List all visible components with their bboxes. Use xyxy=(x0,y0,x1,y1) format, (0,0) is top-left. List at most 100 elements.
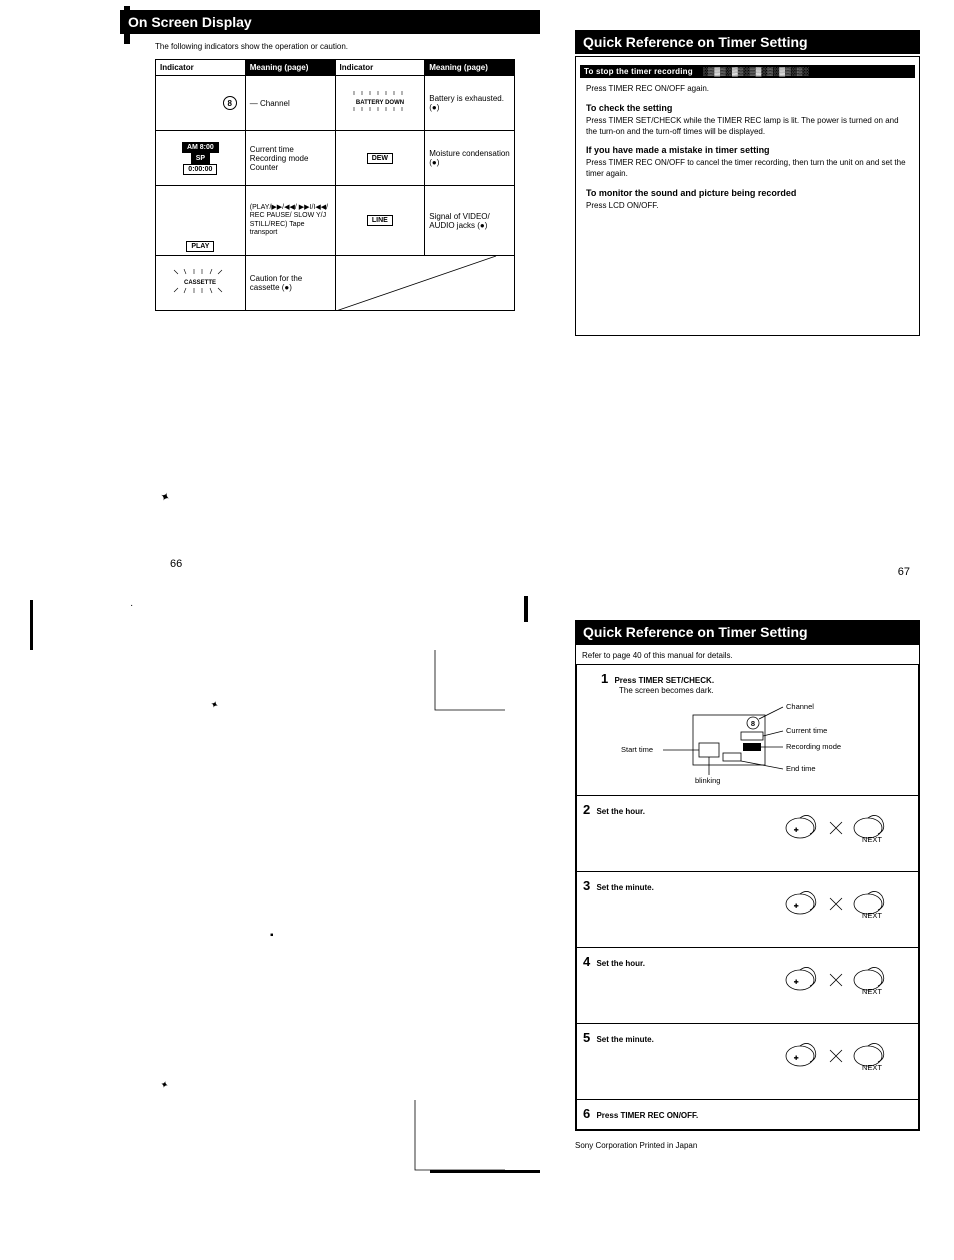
press-next-diagram: + NEXT xyxy=(782,808,892,844)
hand-press-icon: + NEXT xyxy=(782,1036,892,1072)
section-title: Quick Reference on Timer Setting xyxy=(575,620,920,644)
battery-down-icon: BATTERY DOWN xyxy=(350,91,410,113)
svg-text:NEXT: NEXT xyxy=(862,835,882,844)
step-title: Press TIMER SET/CHECK. xyxy=(614,676,714,685)
col-header: Indicator xyxy=(156,60,246,76)
blank-page-scan: · ✦ ▪ ✦ xyxy=(120,590,540,1150)
step-number: 5 xyxy=(583,1030,590,1045)
indicator-cell: PLAY xyxy=(156,186,246,256)
meaning-cell: Caution for the cassette (●) xyxy=(245,256,335,311)
page-number: 66 xyxy=(170,558,182,570)
body-text: Press TIMER SET/CHECK while the TIMER RE… xyxy=(586,116,909,138)
indicator-cell: DEW xyxy=(335,131,425,186)
table-row: 6 Press TIMER REC ON/OFF. xyxy=(577,1100,919,1130)
scan-artifact xyxy=(410,1100,510,1180)
sub-heading: To check the setting xyxy=(586,103,909,113)
svg-text:8: 8 xyxy=(751,719,755,728)
clock-icon: AM 8:00 xyxy=(182,142,219,153)
step-title: Press TIMER REC ON/OFF. xyxy=(596,1111,698,1120)
page-67: Quick Reference on Timer Setting To stop… xyxy=(575,30,920,590)
steps-table: 1 Press TIMER SET/CHECK. The screen beco… xyxy=(576,664,919,1130)
scan-artifact xyxy=(30,600,33,650)
svg-text:+: + xyxy=(794,977,799,986)
recmode-icon: SP xyxy=(191,153,210,164)
hand-press-icon: + NEXT xyxy=(782,960,892,996)
timer-screen-diagram: 8 Channel Current time Recording mode xyxy=(583,695,912,787)
svg-text:BATTERY DOWN: BATTERY DOWN xyxy=(356,100,404,106)
meaning-cell: (PLAY/▶▶/◀◀/ ▶▶I/I◀◀/ REC PAUSE/ SLOW Y/… xyxy=(245,186,335,256)
meaning-cell: Signal of VIDEO/ AUDIO jacks (●) xyxy=(425,186,515,256)
diagonal-line-icon xyxy=(336,256,515,310)
intro-text: Refer to page 40 of this manual for deta… xyxy=(582,651,919,660)
svg-text:NEXT: NEXT xyxy=(862,1063,882,1072)
indicator-cell: LINE xyxy=(335,186,425,256)
table-row: 1 Press TIMER SET/CHECK. The screen beco… xyxy=(577,665,919,796)
quick-ref-steps-box: Refer to page 40 of this manual for deta… xyxy=(575,644,920,1131)
table-row: 2 Set the hour. + NEXT xyxy=(577,796,919,872)
svg-text:+: + xyxy=(794,901,799,910)
indicator-table: Indicator Meaning (page) Indicator Meani… xyxy=(155,59,515,311)
body-text: Press TIMER REC ON/OFF to cancel the tim… xyxy=(586,158,909,180)
svg-text:Start time: Start time xyxy=(621,745,653,754)
line-icon: LINE xyxy=(367,215,393,226)
scan-artifact: · xyxy=(130,600,133,611)
section-title: On Screen Display xyxy=(120,10,540,34)
body-text: Press LCD ON/OFF. xyxy=(586,201,909,212)
footer-text: Sony Corporation Printed in Japan xyxy=(575,1141,920,1150)
scan-artifact xyxy=(430,650,510,720)
scan-artifact: ✦ xyxy=(159,1079,170,1092)
meaning-cell: Current time Recording mode Counter xyxy=(245,131,335,186)
step-number: 3 xyxy=(583,878,590,893)
step-title: Set the minute. xyxy=(596,1035,653,1044)
svg-text:End time: End time xyxy=(786,764,816,773)
scan-artifact: ▪ xyxy=(270,930,274,941)
body-text: Press TIMER REC ON/OFF again. xyxy=(586,84,909,95)
page-66: On Screen Display The following indicato… xyxy=(120,10,540,570)
svg-text:CASSETTE: CASSETTE xyxy=(184,280,216,286)
step-title: Set the hour. xyxy=(596,959,644,968)
svg-text:NEXT: NEXT xyxy=(862,987,882,996)
svg-text:Recording mode: Recording mode xyxy=(786,742,841,751)
indicator-cell: AM 8:00 SP 0:00:00 xyxy=(156,131,246,186)
table-row: 8 — Channel BATTERY DOWN Battery is exha… xyxy=(156,76,515,131)
table-row: 5 Set the minute. + NEXT xyxy=(577,1024,919,1100)
back-cover-page: Quick Reference on Timer Setting Refer t… xyxy=(575,620,920,1170)
svg-text:blinking: blinking xyxy=(695,776,720,785)
col-header: Meaning (page) xyxy=(245,60,335,76)
svg-text:+: + xyxy=(794,825,799,834)
section-title: Quick Reference on Timer Setting xyxy=(575,30,920,54)
hand-press-icon: + NEXT xyxy=(782,808,892,844)
svg-text:NEXT: NEXT xyxy=(862,911,882,920)
svg-text:Current time: Current time xyxy=(786,726,827,735)
indicator-cell: BATTERY DOWN xyxy=(335,76,425,131)
scan-artifact: ✦ xyxy=(208,699,220,712)
quick-ref-box: To stop the timer recording ░▒▓▒░▓▒░▒▓░▒… xyxy=(575,56,920,336)
step-number: 4 xyxy=(583,954,590,969)
page-number: 67 xyxy=(898,566,910,578)
indicator-cell: 8 xyxy=(156,76,246,131)
step-title: Set the hour. xyxy=(596,807,644,816)
step-number: 1 xyxy=(601,671,608,686)
sub-heading: If you have made a mistake in timer sett… xyxy=(586,145,909,155)
col-header: Meaning (page) xyxy=(425,60,515,76)
meaning-cell: Moisture condensation (●) xyxy=(425,131,515,186)
press-next-diagram: + NEXT xyxy=(782,960,892,996)
empty-cell xyxy=(335,256,515,311)
sub-heading: To monitor the sound and picture being r… xyxy=(586,188,909,198)
subsection-bar: To stop the timer recording ░▒▓▒░▓▒░▒▓░▒… xyxy=(580,65,915,78)
counter-icon: 0:00:00 xyxy=(183,164,217,175)
table-row: CASSETTE Caution for the cassette (●) xyxy=(156,256,515,311)
step-title: Set the minute. xyxy=(596,883,653,892)
table-row: AM 8:00 SP 0:00:00 Current time Recordin… xyxy=(156,131,515,186)
channel-8-icon: 8 xyxy=(223,96,237,110)
table-row: 3 Set the minute. + NEXT xyxy=(577,872,919,948)
press-next-diagram: + NEXT xyxy=(782,884,892,920)
play-icon: PLAY xyxy=(186,241,214,252)
meaning-text: Channel xyxy=(260,99,290,108)
step-number: 2 xyxy=(583,802,590,817)
meaning-cell: Battery is exhausted. (●) xyxy=(425,76,515,131)
svg-text:Channel: Channel xyxy=(786,702,814,711)
dew-icon: DEW xyxy=(367,153,393,164)
svg-text:+: + xyxy=(794,1053,799,1062)
cassette-icon: CASSETTE xyxy=(172,269,228,295)
